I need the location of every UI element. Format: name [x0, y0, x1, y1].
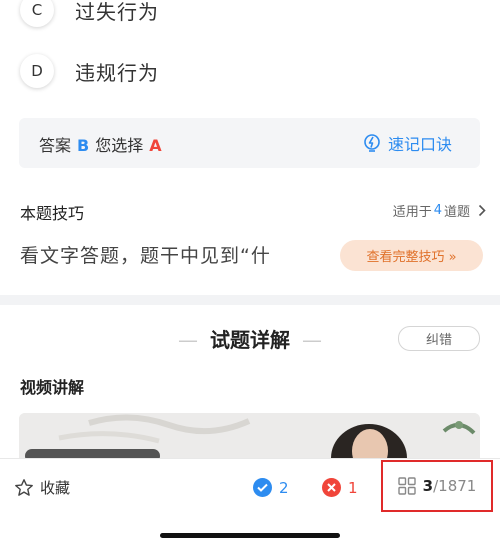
current-question: 3: [422, 477, 434, 495]
apply-prefix: 适用于: [392, 205, 432, 220]
detail-title-text: 试题详解: [210, 328, 290, 352]
report-error-button[interactable]: 纠错: [398, 326, 480, 351]
correct-count-value: 2: [279, 478, 289, 497]
answer-label: 答案: [39, 136, 72, 155]
apply-count: 4: [433, 203, 442, 218]
option-d[interactable]: D 违规行为: [20, 54, 159, 88]
option-text: 违规行为: [75, 60, 159, 85]
option-letter: D: [20, 54, 54, 88]
apply-suffix: 道题: [443, 205, 470, 220]
option-letter: C: [20, 0, 54, 27]
your-answer: A: [149, 136, 162, 155]
video-preview-image: [19, 413, 480, 458]
option-c[interactable]: C 过失行为: [20, 0, 159, 27]
your-choice-label: 您选择: [95, 136, 144, 155]
wrong-count-value: 1: [348, 478, 358, 497]
correct-answer: B: [77, 136, 90, 155]
chevron-right-icon: [478, 204, 486, 217]
video-thumbnail[interactable]: [19, 413, 480, 458]
mnemonic-button[interactable]: 速记口诀: [362, 131, 452, 155]
star-icon: [15, 478, 33, 496]
tip-title: 本题技巧: [20, 204, 85, 223]
question-card: C 过失行为 D 违规行为 答案 B 您选择 A 速记口诀 本题技巧 适用于 4 道题 看…: [0, 0, 500, 295]
answer-box: 答案 B 您选择 A 速记口诀: [19, 118, 480, 168]
cross-icon: [322, 478, 341, 497]
correct-count[interactable]: 2: [253, 478, 289, 497]
video-explanation-label: 视频讲解: [20, 378, 85, 397]
favorite-button[interactable]: 收藏: [14, 477, 70, 498]
lightbulb-icon: [364, 134, 380, 152]
wrong-count[interactable]: 1: [322, 478, 358, 497]
view-full-tip-button[interactable]: 查看完整技巧 »: [340, 240, 483, 271]
home-indicator[interactable]: [160, 533, 340, 538]
favorite-label: 收藏: [40, 479, 71, 497]
answer-summary: 答案 B 您选择 A: [39, 132, 162, 156]
total-questions: /1871: [433, 477, 477, 495]
grid-icon: [397, 477, 416, 495]
check-icon: [253, 478, 272, 497]
mnemonic-label: 速记口诀: [387, 135, 452, 154]
tip-apply-link[interactable]: 适用于 4 道题: [393, 201, 486, 220]
option-text: 过失行为: [75, 0, 159, 24]
tip-text: 看文字答题，题干中见到“什: [20, 245, 271, 267]
question-progress-button[interactable]: 3/1871: [381, 460, 493, 512]
